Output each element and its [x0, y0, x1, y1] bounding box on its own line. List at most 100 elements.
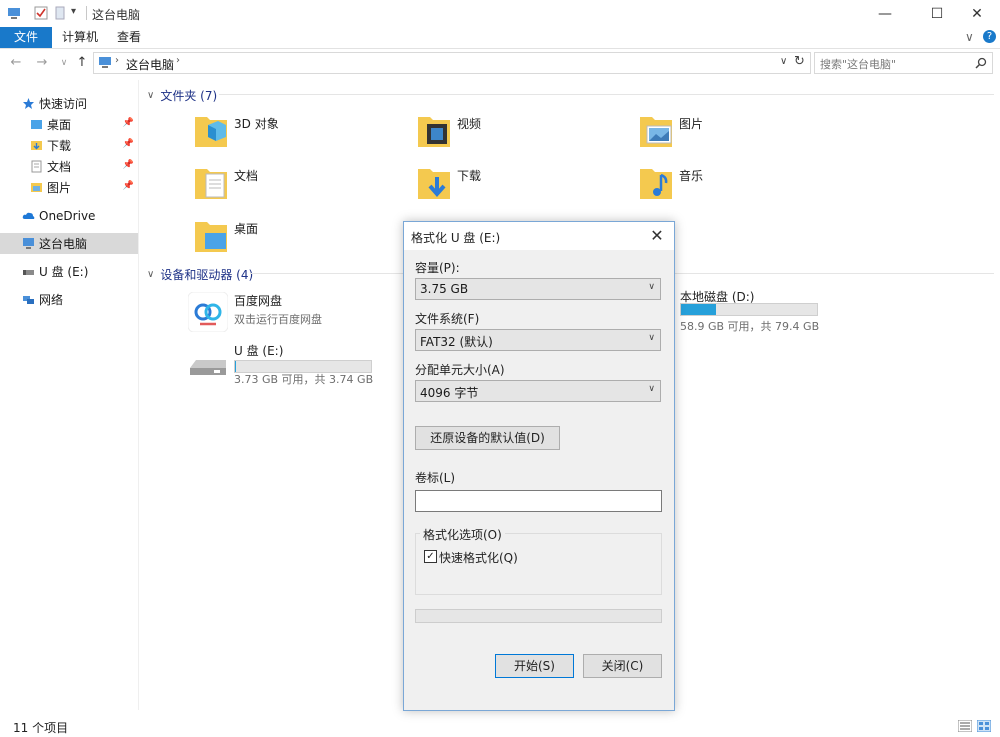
- back-arrow-icon[interactable]: ←: [8, 55, 24, 71]
- sidebar-item-network[interactable]: 网络: [0, 289, 138, 310]
- chevron-down-icon: ∨: [648, 384, 655, 394]
- pin-icon[interactable]: 📌: [123, 181, 134, 191]
- desktop-folder-icon: [31, 120, 42, 129]
- title-separator: [86, 6, 87, 20]
- search-input[interactable]: 搜索"这台电脑": [814, 52, 993, 74]
- chevron-down-icon: ∨: [648, 333, 655, 343]
- tab-view[interactable]: 查看: [105, 27, 153, 48]
- start-button[interactable]: 开始(S): [495, 654, 574, 678]
- sidebar-item-label: OneDrive: [39, 208, 96, 223]
- status-bar: 11 个项目: [0, 716, 1000, 737]
- details-view-icon[interactable]: [958, 720, 972, 732]
- documents-folder-icon: [195, 169, 227, 199]
- cloud-icon: [22, 212, 35, 219]
- device-usb-drive[interactable]: U 盘 (E:) 3.73 GB 可用，共 3.74 GB: [188, 340, 418, 390]
- help-icon[interactable]: ?: [983, 30, 996, 43]
- 3d-objects-folder-icon: [195, 117, 227, 147]
- sidebar-item-quick-access[interactable]: 快速访问: [0, 93, 138, 114]
- star-icon: [23, 98, 34, 109]
- breadcrumb-chevron-icon[interactable]: ›: [176, 55, 180, 66]
- chevron-down-icon[interactable]: ∨: [147, 269, 154, 280]
- pictures-folder-icon: [31, 183, 42, 192]
- downloads-folder-icon: [418, 169, 450, 199]
- search-icon[interactable]: [975, 57, 987, 69]
- network-icon: [23, 296, 34, 304]
- usb-drive-icon: [23, 270, 34, 275]
- navigation-pane: 快速访问 桌面 📌 下载 📌 文档 📌 图片 📌 OneDrive 这台电脑 U…: [0, 80, 139, 710]
- sidebar-item-label: 下载: [47, 139, 72, 153]
- address-bar[interactable]: › 这台电脑 › ∨ ↻: [93, 52, 811, 74]
- folder-pictures[interactable]: 图片: [639, 111, 859, 159]
- volume-label-label: 卷标(L): [415, 471, 456, 485]
- group-header-devices[interactable]: ∨ 设备和驱动器 (4): [147, 266, 253, 283]
- chevron-down-icon: ∨: [648, 282, 655, 292]
- music-folder-icon: [640, 169, 672, 199]
- search-placeholder: 搜索"这台电脑": [820, 58, 897, 71]
- pin-icon[interactable]: 📌: [123, 118, 134, 128]
- sidebar-item-label: 快速访问: [39, 97, 88, 111]
- format-progress-bar: [415, 609, 662, 623]
- dialog-title: 格式化 U 盘 (E:): [411, 231, 501, 245]
- sidebar-item-label: 图片: [47, 181, 72, 195]
- folder-3d-objects[interactable]: 3D 对象: [194, 111, 414, 159]
- documents-folder-icon: [31, 160, 42, 173]
- folder-downloads[interactable]: 下载: [417, 163, 637, 211]
- group-header-folders[interactable]: ∨ 文件夹 (7): [147, 87, 217, 104]
- ribbon-tabs: 文件 计算机 查看 ∨ ?: [0, 27, 1000, 49]
- quick-format-checkbox[interactable]: ✓: [424, 550, 437, 563]
- sidebar-item-desktop[interactable]: 桌面 📌: [0, 114, 138, 135]
- quick-access-toolbar-dropdown-icon[interactable]: ▾: [71, 6, 76, 17]
- window-title: 这台电脑: [92, 8, 141, 22]
- dialog-titlebar: 格式化 U 盘 (E:) ✕: [404, 222, 674, 250]
- filesystem-label: 文件系统(F): [415, 312, 480, 326]
- properties-icon[interactable]: [34, 6, 48, 20]
- pin-icon[interactable]: 📌: [123, 160, 134, 170]
- videos-folder-icon: [418, 117, 450, 147]
- close-button[interactable]: 关闭(C): [583, 654, 662, 678]
- format-dialog: 格式化 U 盘 (E:) ✕ 容量(P): 3.75 GB ∨ 文件系统(F) …: [403, 221, 675, 711]
- breadcrumb-chevron-icon[interactable]: ›: [115, 55, 119, 66]
- tab-file[interactable]: 文件: [0, 27, 52, 48]
- forward-arrow-icon[interactable]: →: [34, 55, 50, 71]
- capacity-select[interactable]: 3.75 GB ∨: [415, 278, 661, 300]
- item-count: 11 个项目: [13, 721, 69, 735]
- refresh-icon[interactable]: ↻: [794, 54, 805, 69]
- new-folder-icon[interactable]: [53, 6, 67, 20]
- large-icons-view-icon[interactable]: [977, 720, 991, 732]
- folder-desktop[interactable]: 桌面: [194, 216, 414, 264]
- filesystem-select[interactable]: FAT32 (默认) ∨: [415, 329, 661, 351]
- device-baidu-netdisk[interactable]: 百度网盘 双击运行百度网盘: [188, 290, 418, 340]
- sidebar-item-label: 这台电脑: [39, 237, 88, 251]
- breadcrumb-this-pc[interactable]: 这台电脑: [126, 56, 174, 73]
- sidebar-item-downloads[interactable]: 下载 📌: [0, 135, 138, 156]
- tab-computer[interactable]: 计算机: [50, 27, 110, 48]
- folder-documents[interactable]: 文档: [194, 163, 414, 211]
- recent-locations-icon[interactable]: ∨: [56, 55, 72, 71]
- dialog-close-icon[interactable]: ✕: [646, 225, 668, 247]
- ribbon-expand-icon[interactable]: ∨: [965, 30, 974, 44]
- folder-music[interactable]: 音乐: [639, 163, 859, 211]
- volume-label-input[interactable]: [415, 490, 662, 512]
- navigation-bar: ← → ∨ ↑ › 这台电脑 › ∨ ↻ 搜索"这台电脑": [0, 49, 1000, 77]
- chevron-down-icon[interactable]: ∨: [147, 90, 154, 101]
- quick-format-label[interactable]: 快速格式化(Q): [439, 549, 518, 566]
- sidebar-item-label: 桌面: [47, 118, 72, 132]
- folder-videos[interactable]: 视频: [417, 111, 637, 159]
- sidebar-item-onedrive[interactable]: OneDrive: [0, 205, 138, 226]
- up-arrow-icon[interactable]: ↑: [74, 55, 90, 71]
- disk-d-capacity-bar: [680, 303, 818, 316]
- minimize-button[interactable]: —: [862, 0, 908, 27]
- pin-icon[interactable]: 📌: [123, 139, 134, 149]
- allocation-select[interactable]: 4096 字节 ∨: [415, 380, 661, 402]
- this-pc-icon[interactable]: [7, 6, 21, 20]
- sidebar-item-pictures[interactable]: 图片 📌: [0, 177, 138, 198]
- address-dropdown-icon[interactable]: ∨: [780, 56, 787, 67]
- sidebar-item-label: 网络: [39, 293, 64, 307]
- close-window-button[interactable]: ✕: [954, 0, 1000, 27]
- sidebar-item-usb[interactable]: U 盘 (E:): [0, 261, 138, 282]
- sidebar-item-this-pc[interactable]: 这台电脑: [0, 233, 138, 254]
- sidebar-item-documents[interactable]: 文档 📌: [0, 156, 138, 177]
- restore-defaults-button[interactable]: 还原设备的默认值(D): [415, 426, 560, 450]
- this-pc-icon: [23, 238, 34, 249]
- sidebar-item-label: U 盘 (E:): [39, 265, 89, 279]
